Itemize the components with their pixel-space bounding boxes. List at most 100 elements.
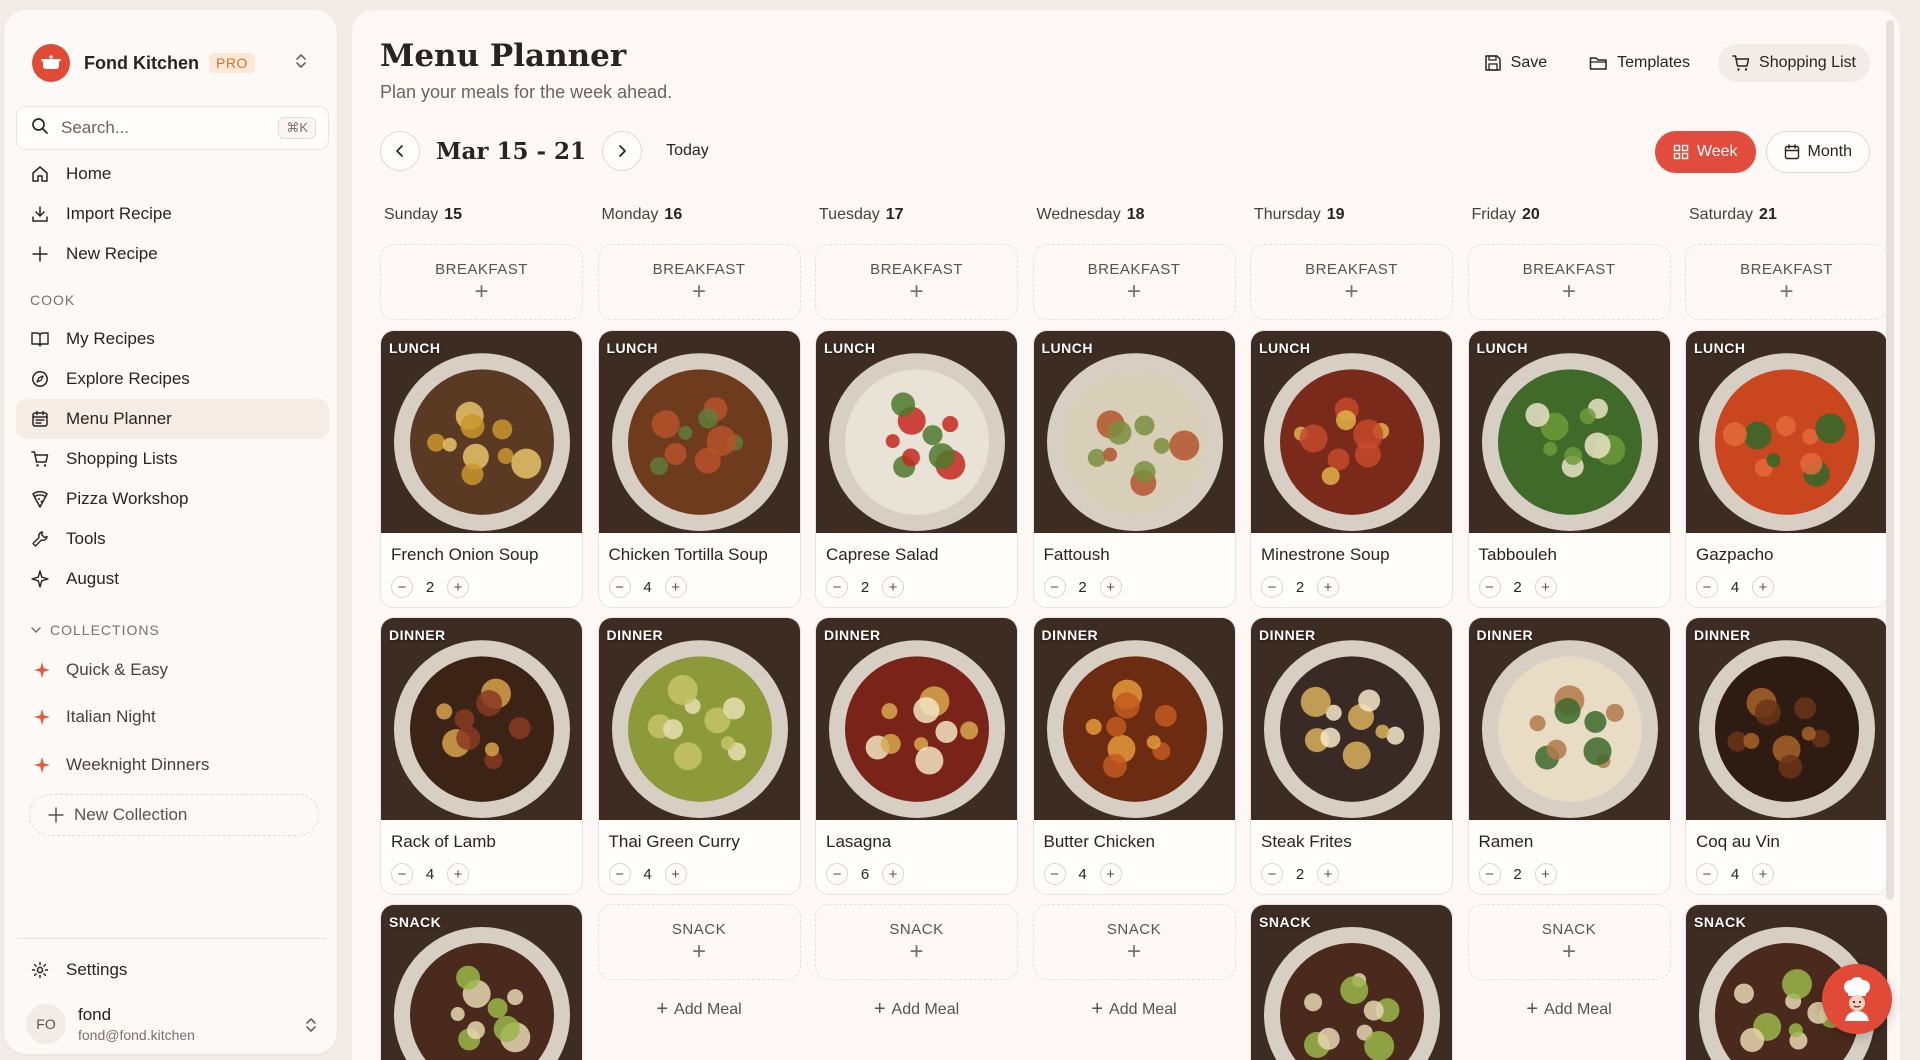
chef-assistant-button[interactable] [1822,964,1892,1034]
dinner-meal-card[interactable]: DINNER Ramen −2 + [1467,617,1671,895]
shopping-list-button[interactable]: Shopping List [1718,44,1870,82]
increase-servings-button[interactable]: + [1099,576,1122,598]
plus-icon: + [1526,998,1539,1020]
collection-item[interactable]: Italian Night [32,697,156,737]
lunch-meal-card[interactable]: LUNCH French Onion Soup −2 + [380,330,583,608]
add-snack-slot[interactable]: SNACK + [1467,904,1671,980]
decrease-servings-button[interactable]: − [1261,576,1283,598]
sidebar-item-home[interactable]: Home [16,154,329,194]
increase-servings-button[interactable]: + [1752,576,1774,598]
add-breakfast-slot[interactable]: BREAKFAST + [1032,244,1236,320]
sidebar-item-label: Home [66,164,112,183]
add-breakfast-slot[interactable]: BREAKFAST + [1467,244,1671,320]
increase-servings-button[interactable]: + [1534,863,1557,885]
sidebar-item-tools[interactable]: Tools [16,519,329,559]
sidebar-item-shopping-lists[interactable]: Shopping Lists [16,439,329,479]
dinner-meal-card[interactable]: DINNER Rack of Lamb −4 + [380,617,583,895]
add-snack-slot[interactable]: SNACK + [597,904,801,980]
sidebar-item-import-recipe[interactable]: Import Recipe [16,194,329,234]
add-meal-button[interactable]: + Add Meal [815,998,1018,1021]
add-breakfast-slot[interactable]: BREAKFAST + [815,244,1018,320]
chevron-up-down-icon[interactable] [304,1016,318,1039]
sidebar-item-settings[interactable]: Settings [16,950,329,990]
snack-meal-card[interactable]: SNACK [380,904,583,1060]
increase-servings-button[interactable]: + [447,863,469,885]
increase-servings-button[interactable]: + [1317,863,1339,885]
sidebar-item-august[interactable]: August [16,559,329,599]
increase-servings-button[interactable]: + [664,863,687,885]
meal-type-tag: LUNCH [606,340,658,356]
templates-button[interactable]: Templates [1575,44,1704,82]
collections-toggle[interactable]: COLLECTIONS [30,622,160,638]
lunch-meal-card[interactable]: LUNCH Tabbouleh −2 + [1467,330,1671,608]
plus-icon: + [691,277,706,305]
month-view-button[interactable]: Month [1765,131,1870,173]
add-meal-button[interactable]: + Add Meal [598,998,801,1021]
lunch-meal-card[interactable]: LUNCH Chicken Tortilla Soup −4 + [597,330,801,608]
decrease-servings-button[interactable]: − [826,576,848,598]
previous-week-button[interactable] [380,131,420,171]
sidebar-item-pizza-workshop[interactable]: Pizza Workshop [16,479,329,519]
add-meal-label: Add Meal [891,1000,960,1018]
decrease-servings-button[interactable]: − [1696,863,1718,885]
add-breakfast-slot[interactable]: BREAKFAST + [1685,244,1888,320]
increase-servings-button[interactable]: + [664,576,687,598]
brand[interactable]: Fond Kitchen PRO [32,44,255,82]
lunch-meal-card[interactable]: LUNCH Fattoush −2 + [1032,330,1236,608]
sidebar-item-label: Pizza Workshop [66,489,189,508]
decrease-servings-button[interactable]: − [608,863,631,885]
add-breakfast-slot[interactable]: BREAKFAST + [597,244,801,320]
chevron-up-down-icon[interactable] [294,52,308,75]
lunch-meal-card[interactable]: LUNCH Gazpacho −4 + [1685,330,1888,608]
lunch-meal-card[interactable]: LUNCH Minestrone Soup −2 + [1250,330,1453,608]
add-meal-button[interactable]: + Add Meal [1468,998,1671,1021]
sidebar-item-new-recipe[interactable]: New Recipe [16,234,329,274]
add-snack-slot[interactable]: SNACK + [1032,904,1236,980]
collection-item[interactable]: Quick & Easy [32,650,168,690]
servings-stepper: −4 + [1043,863,1122,885]
lunch-meal-card[interactable]: LUNCH Caprese Salad −2 + [815,330,1018,608]
decrease-servings-button[interactable]: − [391,863,413,885]
dinner-meal-card[interactable]: DINNER Lasagna −6 + [815,617,1018,895]
decrease-servings-button[interactable]: − [391,576,413,598]
sidebar-item-menu-planner[interactable]: Menu Planner [16,399,329,439]
day-name: Wednesday [1036,206,1121,223]
decrease-servings-button[interactable]: − [826,863,848,885]
collection-item[interactable]: Weeknight Dinners [32,745,209,785]
add-meal-button[interactable]: + Add Meal [1033,998,1236,1021]
decrease-servings-button[interactable]: − [1478,576,1501,598]
sidebar-item-my-recipes[interactable]: My Recipes [16,319,329,359]
week-view-button[interactable]: Week [1654,131,1756,173]
add-breakfast-slot[interactable]: BREAKFAST + [380,244,583,320]
save-button[interactable]: Save [1470,44,1561,82]
scrollbar[interactable] [1886,20,1894,900]
sidebar-item-explore-recipes[interactable]: Explore Recipes [16,359,329,399]
decrease-servings-button[interactable]: − [1696,576,1718,598]
week-view-label: Week [1696,143,1738,160]
dinner-meal-card[interactable]: DINNER Coq au Vin −4 + [1685,617,1888,895]
decrease-servings-button[interactable]: − [1043,863,1066,885]
add-breakfast-slot[interactable]: BREAKFAST + [1250,244,1453,320]
next-week-button[interactable] [602,131,643,171]
today-button[interactable]: Today [666,142,709,160]
increase-servings-button[interactable]: + [1534,576,1557,598]
increase-servings-button[interactable]: + [447,576,469,598]
dinner-meal-card[interactable]: DINNER Thai Green Curry −4 + [597,617,801,895]
dinner-meal-card[interactable]: DINNER Steak Frites −2 + [1250,617,1453,895]
increase-servings-button[interactable]: + [1099,863,1122,885]
user-menu[interactable]: FO fond fond@fond.kitchen [26,1004,195,1044]
increase-servings-button[interactable]: + [1752,863,1774,885]
increase-servings-button[interactable]: + [882,576,904,598]
decrease-servings-button[interactable]: − [1478,863,1501,885]
search-input[interactable]: Search... ⌘K [16,106,329,150]
decrease-servings-button[interactable]: − [1261,863,1283,885]
increase-servings-button[interactable]: + [1317,576,1339,598]
new-collection-button[interactable]: New Collection [29,794,319,836]
decrease-servings-button[interactable]: − [1043,576,1066,598]
add-snack-slot[interactable]: SNACK + [815,904,1018,980]
plus-icon: + [691,937,706,965]
increase-servings-button[interactable]: + [882,863,904,885]
dinner-meal-card[interactable]: DINNER Butter Chicken −4 + [1032,617,1236,895]
snack-meal-card[interactable]: SNACK [1250,904,1453,1060]
decrease-servings-button[interactable]: − [608,576,631,598]
